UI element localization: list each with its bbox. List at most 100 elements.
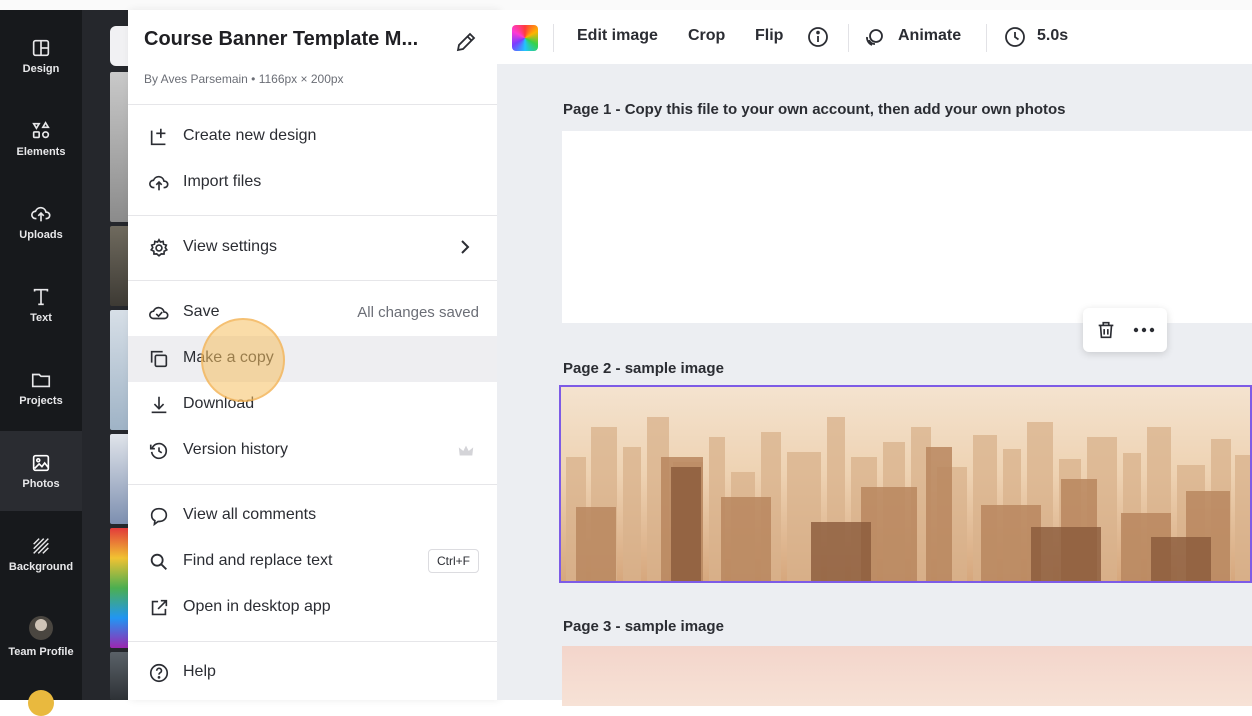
help-icon (149, 663, 169, 683)
cloud-upload-icon (149, 175, 169, 191)
shortcut-badge: Ctrl+F (428, 549, 479, 573)
rail-label-text: Text (30, 312, 52, 324)
design-icon (32, 39, 50, 57)
rail-item-projects[interactable]: Projects (0, 348, 82, 428)
page-2-sample-image[interactable] (559, 385, 1252, 583)
menu-item-view-settings[interactable]: View settings (128, 225, 497, 271)
page-2-label: Page 2 - sample image (563, 360, 724, 377)
animate-button[interactable]: Animate (898, 27, 961, 45)
menu-item-save[interactable]: Save All changes saved (128, 290, 497, 336)
cloud-upload-icon (31, 206, 51, 222)
menu-label: Version history (183, 441, 288, 458)
photos-search-field[interactable] (110, 26, 128, 66)
photo-thumbnail[interactable] (110, 72, 128, 222)
toolbar-divider (986, 24, 987, 52)
rail-item-design[interactable]: Design (0, 16, 82, 96)
copy-icon (150, 350, 168, 368)
divider (128, 280, 497, 281)
left-rail: Design Elements Uploads Text Projects Ph… (0, 10, 82, 716)
menu-item-open-in-desktop-app[interactable]: Open in desktop app (128, 585, 497, 631)
divider (128, 484, 497, 485)
element-quick-actions (1083, 308, 1167, 352)
menu-item-version-history[interactable]: Version history (128, 428, 497, 474)
toolbar-divider (848, 24, 849, 52)
photo-thumbnail[interactable] (110, 528, 128, 648)
menu-label: Open in desktop app (183, 598, 331, 615)
rail-label-design: Design (22, 63, 60, 75)
file-menu: Course Banner Template M... By Aves Pars… (128, 10, 498, 700)
menu-item-download[interactable]: Download (128, 382, 497, 428)
menu-label: Find and replace text (183, 552, 333, 569)
more-options-icon[interactable] (1131, 320, 1157, 340)
page-3-sample-image[interactable] (562, 646, 1252, 706)
top-strip (0, 0, 1252, 10)
crown-icon (458, 445, 474, 456)
toolbar-divider (553, 24, 554, 52)
editor-toolbar: Edit image Crop Flip Animate 5.0s (497, 10, 1252, 65)
gear-icon (149, 238, 169, 257)
cloud-check-icon (149, 306, 169, 320)
design-subtitle: By Aves Parsemain • 1166px × 200px (144, 72, 344, 86)
menu-item-import-files[interactable]: Import files (128, 160, 497, 206)
photo-thumbnail[interactable] (110, 434, 128, 524)
elements-icon (32, 121, 50, 139)
menu-label: Save (183, 303, 220, 320)
rail-label-uploads: Uploads (19, 229, 63, 241)
page-1-label: Page 1 - Copy this file to your own acco… (563, 101, 1066, 118)
menu-item-help[interactable]: Help (128, 650, 497, 696)
save-status: All changes saved (357, 304, 479, 321)
folder-icon (31, 373, 51, 388)
page-1[interactable] (562, 131, 1252, 323)
rail-label-background: Background (8, 561, 74, 573)
rail-label-elements: Elements (16, 146, 66, 158)
rail-label-team-profile: Team Profile (8, 646, 74, 658)
pencil-icon[interactable] (454, 30, 478, 54)
menu-label: Import files (183, 173, 262, 190)
menu-label: Download (183, 395, 255, 412)
text-icon (33, 288, 49, 306)
comment-icon (150, 507, 168, 527)
crop-button[interactable]: Crop (688, 27, 725, 45)
menu-label: View all comments (183, 506, 317, 523)
chevron-right-icon (461, 240, 470, 254)
user-avatar-dot[interactable] (28, 690, 54, 716)
design-canvas: Page 1 - Copy this file to your own acco… (497, 64, 1252, 706)
photo-thumbnail[interactable] (110, 310, 128, 430)
background-icon (33, 538, 49, 554)
menu-label: View settings (183, 238, 277, 255)
flip-button[interactable]: Flip (755, 27, 783, 45)
rail-label-projects: Projects (19, 395, 63, 407)
duration-button[interactable]: 5.0s (1037, 27, 1068, 45)
photo-thumbnail[interactable] (110, 652, 128, 700)
color-picker-button[interactable] (512, 25, 538, 51)
download-icon (151, 396, 167, 414)
menu-item-view-all-comments[interactable]: View all comments (128, 493, 497, 539)
menu-item-create-new-design[interactable]: Create new design (128, 114, 497, 160)
menu-item-make-a-copy[interactable]: Make a copy (128, 336, 497, 382)
divider (128, 641, 497, 642)
clock-icon (1005, 27, 1025, 47)
avatar (29, 616, 53, 640)
photos-panel (82, 10, 128, 700)
rail-item-photos[interactable]: Photos (0, 431, 82, 511)
external-link-icon (151, 599, 168, 616)
menu-label: Create new design (183, 127, 317, 144)
rail-item-uploads[interactable]: Uploads (0, 182, 82, 262)
rail-item-background[interactable]: Background (0, 514, 82, 594)
rail-item-text[interactable]: Text (0, 265, 82, 345)
trash-icon[interactable] (1095, 319, 1117, 341)
search-icon (150, 553, 167, 570)
add-page-icon (150, 128, 166, 146)
menu-item-find-and-replace[interactable]: Find and replace text Ctrl+F (128, 539, 497, 585)
design-title[interactable]: Course Banner Template M... (144, 28, 418, 51)
rail-item-team-profile[interactable]: Team Profile (0, 597, 82, 677)
rail-label-photos: Photos (22, 478, 60, 490)
animate-icon (866, 29, 883, 46)
divider (128, 215, 497, 216)
menu-label: Help (183, 663, 216, 680)
rail-item-elements[interactable]: Elements (0, 99, 82, 179)
photo-thumbnail[interactable] (110, 226, 128, 306)
photo-icon (32, 454, 50, 472)
edit-image-button[interactable]: Edit image (577, 27, 658, 45)
info-icon[interactable] (806, 25, 830, 49)
